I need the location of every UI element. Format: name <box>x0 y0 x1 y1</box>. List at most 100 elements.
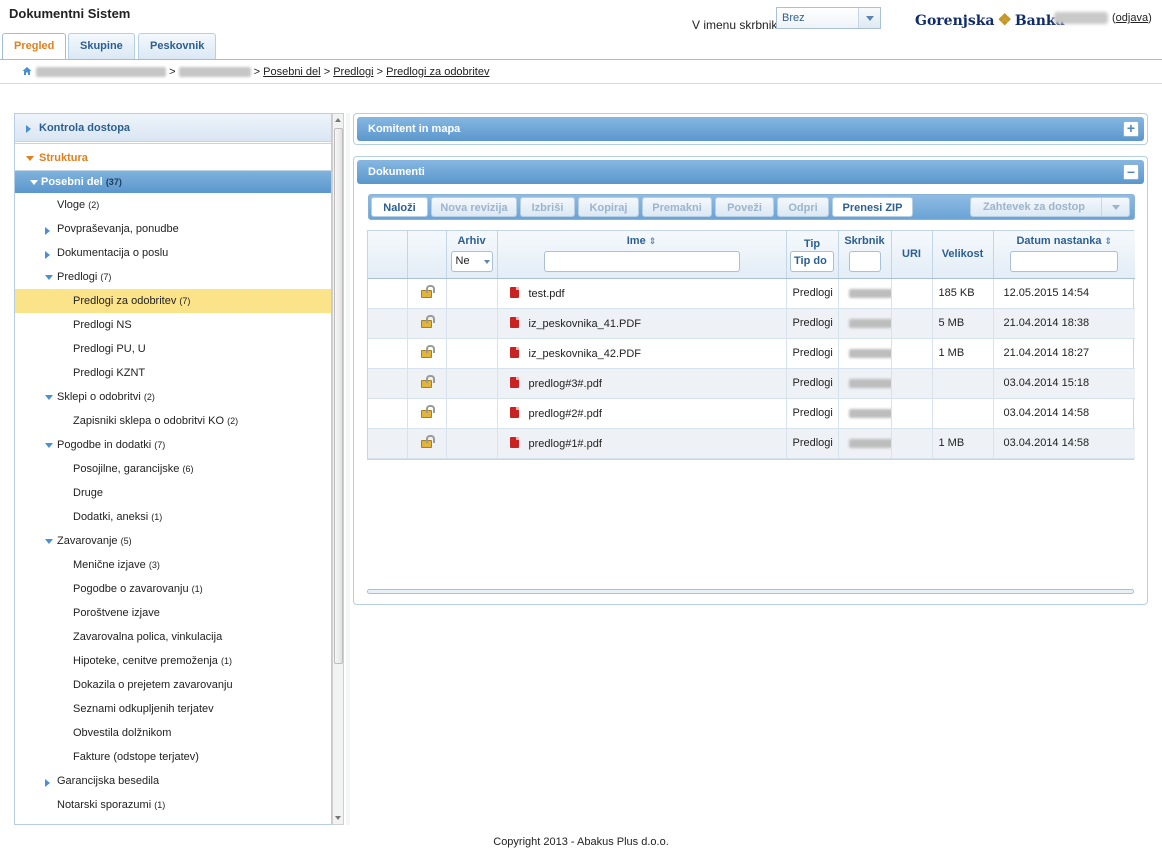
chevron-down-icon[interactable] <box>1101 198 1129 216</box>
tree-item[interactable]: Notarski sporazumi (1) <box>15 793 331 817</box>
datum-filter-input[interactable] <box>1010 251 1119 272</box>
breadcrumb-link-posebni-del[interactable]: Posebni del <box>263 66 321 78</box>
column-uri[interactable]: URI <box>891 231 933 279</box>
tree-item[interactable]: Zapisniki sklepa o odobritvi KO (2) <box>15 409 331 433</box>
tree-item[interactable]: Dokumentacija o poslu <box>15 241 331 265</box>
column-arhiv[interactable]: Arhiv Ne <box>446 231 498 279</box>
tree-item[interactable]: Dokazila o prejetem zavarovanju <box>15 673 331 697</box>
tree-item[interactable]: Vloge (2) <box>15 193 331 217</box>
tab-peskovnik[interactable]: Peskovnik <box>138 33 217 59</box>
open-button[interactable]: Odpri <box>777 197 829 217</box>
tree-item[interactable]: Zavarovanje (5) <box>15 529 331 553</box>
collapse-minus-icon[interactable]: – <box>1123 164 1139 180</box>
tree-item[interactable]: Povpraševanja, ponudbe <box>15 217 331 241</box>
table-row[interactable]: iz_peskovnika_41.PDF Predlogi 5 MB 21.04.20… <box>368 308 1135 339</box>
tree-item[interactable]: Menične izjave (3) <box>15 553 331 577</box>
row-select-cell[interactable] <box>368 338 408 369</box>
expand-arrow-icon[interactable] <box>45 227 50 235</box>
table-row[interactable]: test.pdf Predlogi 185 KB 12.05.2015 14:54 <box>368 278 1135 309</box>
table-row[interactable]: predlog#1#.pdf Predlogi 1 MB 03.04.2014 14:… <box>368 428 1135 459</box>
breadcrumb-redacted-2[interactable] <box>178 67 251 78</box>
name-cell[interactable]: predlog#1#.pdf <box>497 428 787 459</box>
unlocked-icon[interactable] <box>421 315 435 328</box>
skrbnik-filter-input[interactable] <box>848 251 881 272</box>
accordion-struktura[interactable]: Struktura <box>15 143 331 171</box>
tree-item[interactable]: Garancijska besedila <box>15 769 331 793</box>
expand-arrow-icon[interactable] <box>45 779 50 787</box>
delete-button[interactable]: Izbriši <box>520 197 575 217</box>
breadcrumb-link-predlogi[interactable]: Predlogi <box>333 66 373 78</box>
access-request-button[interactable]: Zahtevek za dostop <box>970 197 1130 217</box>
breadcrumb-link-current[interactable]: Predlogi za odobritev <box>386 66 489 78</box>
collapse-arrow-icon[interactable] <box>45 395 53 400</box>
logout-link[interactable]: (odjava) <box>1112 12 1152 24</box>
unlocked-icon[interactable] <box>421 345 435 358</box>
row-select-cell[interactable] <box>368 398 408 429</box>
table-row[interactable]: predlog#3#.pdf Predlogi 03.04.2014 15:18 <box>368 368 1135 399</box>
tree-item[interactable]: Obvestila dolžnikom <box>15 721 331 745</box>
table-row[interactable]: iz_peskovnika_42.PDF Predlogi 1 MB 21.04.20… <box>368 338 1135 369</box>
name-cell[interactable]: predlog#3#.pdf <box>497 368 787 399</box>
panel-splitter[interactable] <box>346 113 350 825</box>
name-cell[interactable]: iz_peskovnika_42.PDF <box>497 338 787 369</box>
name-cell[interactable]: predlog#2#.pdf <box>497 398 787 429</box>
ime-filter-input[interactable] <box>543 251 740 272</box>
tree-item[interactable]: Sklepi o odobritvi (2) <box>15 385 331 409</box>
unlocked-icon[interactable] <box>421 375 435 388</box>
accordion-kontrola-dostopa[interactable]: Kontrola dostopa <box>15 114 331 142</box>
link-button[interactable]: Poveži <box>715 197 774 217</box>
column-ime[interactable]: Ime ⇕ <box>497 231 787 279</box>
download-zip-button[interactable]: Prenesi ZIP <box>832 197 913 217</box>
tree-item-selected[interactable]: Predlogi za odobritev (7) <box>15 289 331 313</box>
collapse-arrow-icon[interactable] <box>45 275 53 280</box>
unlocked-icon[interactable] <box>421 435 435 448</box>
column-skrbnik[interactable]: Skrbnik <box>838 231 892 279</box>
scroll-up-icon[interactable] <box>335 118 341 122</box>
tip-filter-input[interactable]: Tip do <box>790 251 834 272</box>
tree-item[interactable]: Predlogi PU, U <box>15 337 331 361</box>
tree-item[interactable]: Hipoteke, cenitve premoženja (1) <box>15 649 331 673</box>
tab-pregled[interactable]: Pregled <box>2 33 67 60</box>
tree-item[interactable]: Zavarovalna polica, vinkulacija <box>15 625 331 649</box>
grid-horizontal-scrollbar[interactable] <box>367 589 1134 594</box>
unlocked-icon[interactable] <box>421 405 435 418</box>
column-velikost[interactable]: Velikost <box>932 231 994 279</box>
tree-item[interactable]: Seznami odkupljenih terjatev <box>15 697 331 721</box>
tree-item[interactable]: Predlogi (7) <box>15 265 331 289</box>
scroll-down-icon[interactable] <box>335 816 341 820</box>
unlocked-icon[interactable] <box>421 285 435 298</box>
collapse-arrow-icon[interactable] <box>45 443 53 448</box>
row-select-cell[interactable] <box>368 308 408 339</box>
move-button[interactable]: Premakni <box>642 197 712 217</box>
expand-arrow-icon[interactable] <box>45 251 50 259</box>
table-row[interactable]: predlog#2#.pdf Predlogi 03.04.2014 14:58 <box>368 398 1135 429</box>
left-scrollbar[interactable] <box>332 113 344 825</box>
sort-icon[interactable]: ⇕ <box>1104 236 1112 247</box>
tree-item[interactable]: Pogodbe in dodatki (7) <box>15 433 331 457</box>
tree-item[interactable]: Fakture (odstope terjatev) <box>15 745 331 769</box>
tree-item[interactable]: Predlogi NS <box>15 313 331 337</box>
tree-item[interactable]: Predlogi KZNT <box>15 361 331 385</box>
tree-item[interactable]: Dodatki, aneksi (1) <box>15 505 331 529</box>
logout-link-text[interactable]: odjava <box>1116 12 1148 24</box>
row-select-cell[interactable] <box>368 428 408 459</box>
tree-item[interactable]: Posojilne, garancijske (6) <box>15 457 331 481</box>
komitent-panel-header[interactable]: Komitent in mapa + <box>357 117 1144 141</box>
scrollbar-thumb[interactable] <box>334 128 343 664</box>
sort-icon[interactable]: ⇕ <box>649 236 657 247</box>
collapse-arrow-icon[interactable] <box>45 539 53 544</box>
upload-button[interactable]: Naloži <box>371 197 428 217</box>
tree-item[interactable]: Pogodbe o zavarovanju (1) <box>15 577 331 601</box>
custodian-select[interactable]: Brez <box>776 7 881 29</box>
tab-skupine[interactable]: Skupine <box>68 33 135 59</box>
expand-plus-icon[interactable]: + <box>1123 121 1139 137</box>
tree-root-posebni-del[interactable]: Posebni del (37) <box>15 171 331 193</box>
home-icon[interactable] <box>22 66 32 76</box>
column-datum-nastanka[interactable]: Datum nastanka ⇕ <box>993 231 1135 279</box>
breadcrumb-redacted-1[interactable] <box>36 67 166 78</box>
copy-button[interactable]: Kopiraj <box>578 197 639 217</box>
tree-item[interactable]: Druge <box>15 481 331 505</box>
arhiv-filter-select[interactable]: Ne <box>450 251 493 272</box>
row-select-cell[interactable] <box>368 278 408 309</box>
dokumenti-panel-header[interactable]: Dokumenti – <box>357 160 1144 184</box>
